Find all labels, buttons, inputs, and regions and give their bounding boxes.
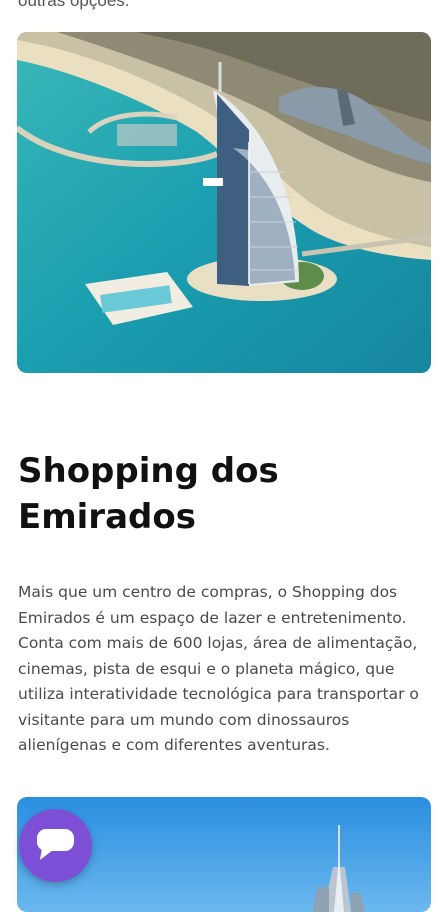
previous-paragraph-fragment: outras opções. [18, 0, 130, 10]
section-description: Mais que um centro de compras, o Shoppin… [18, 583, 419, 754]
section-title: Shopping dos Emirados [18, 451, 279, 537]
chat-button[interactable] [19, 809, 92, 882]
burj-al-arab-photo [17, 32, 431, 373]
chat-bubble-icon [37, 829, 74, 860]
burj-al-arab-illustration [17, 32, 431, 373]
